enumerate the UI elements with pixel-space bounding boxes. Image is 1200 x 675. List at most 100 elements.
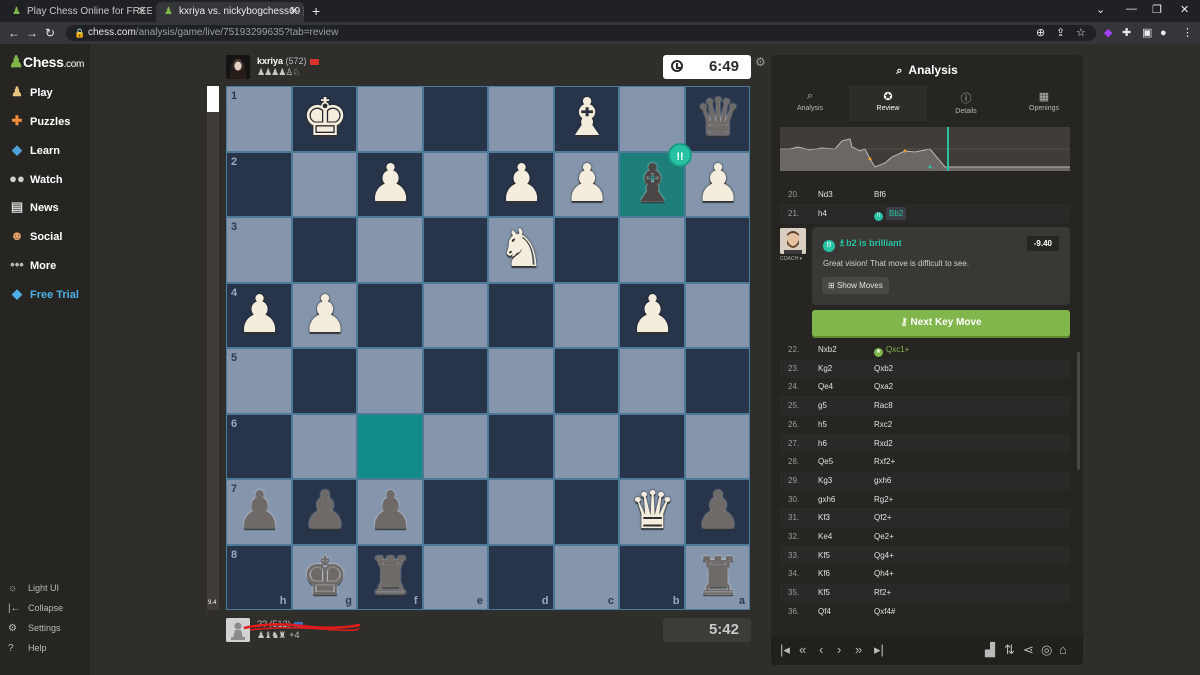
board-square[interactable] [422, 413, 488, 479]
browser-tab-analysis[interactable]: ♟ kxriya vs. nickybogchess69 | Ana ✕ [156, 2, 304, 22]
white-pawn-icon[interactable]: ♟ [686, 153, 751, 218]
board-square[interactable] [619, 86, 685, 152]
white-queen-icon[interactable]: ♛ [620, 480, 685, 545]
move[interactable]: Rxd2 [874, 434, 893, 453]
browser-tab-play[interactable]: ♟ Play Chess Online for FREE with F ✕ [4, 2, 152, 22]
board-square[interactable]: ♞ [488, 217, 554, 283]
board-square[interactable] [357, 413, 423, 479]
board-square[interactable] [684, 217, 750, 283]
board-square[interactable]: b [619, 544, 685, 610]
move[interactable]: Qxf4# [874, 602, 895, 621]
address-bar[interactable]: 🔒 chess.com/analysis/game/live/751932996… [66, 25, 1096, 41]
white-pawn-icon[interactable]: ♟ [358, 153, 423, 218]
minimize-icon[interactable]: — [1126, 3, 1137, 15]
sidebar-collapse[interactable]: |← Collapse [8, 600, 63, 616]
maximize-icon[interactable]: ❐ [1152, 3, 1162, 16]
white-king-icon[interactable]: ♚ [293, 87, 358, 152]
sidebar-item-puzzles[interactable]: ✚ Puzzles [8, 111, 88, 131]
tab-search-icon[interactable]: ⌄ [1096, 3, 1105, 16]
board-square[interactable]: d [488, 544, 554, 610]
evaluation-graph[interactable] [780, 127, 1070, 171]
board-square[interactable] [291, 413, 357, 479]
board-square[interactable]: 3 [226, 217, 292, 283]
board-square[interactable]: ♟ [291, 479, 357, 545]
sidebar-item-watch[interactable]: ●● Watch [8, 169, 88, 189]
coach-avatar[interactable] [780, 228, 806, 254]
move[interactable]: Qf4 [818, 602, 831, 621]
board-square[interactable] [422, 282, 488, 348]
white-pawn-icon[interactable]: ♟ [293, 284, 358, 349]
board-square[interactable] [684, 413, 750, 479]
move[interactable]: Ke4 [818, 527, 832, 546]
tab-openings[interactable]: ▦ Openings [1005, 85, 1083, 121]
move-brilliant[interactable]: !! Bb2 [874, 204, 907, 223]
board-square[interactable]: 4 ♟ [226, 282, 292, 348]
next-key-move-button[interactable]: ⚷ Next Key Move [812, 310, 1070, 336]
browser-menu-icon[interactable]: ⋮ [1182, 25, 1193, 41]
board-square[interactable]: ♟ [357, 479, 423, 545]
black-pawn-icon[interactable]: ♟ [358, 480, 423, 545]
first-move-icon[interactable]: |◂ [780, 641, 790, 659]
black-king-icon[interactable]: ♚ [293, 546, 358, 611]
coach-label[interactable]: COACH ▾ [780, 256, 802, 262]
board-square[interactable]: 8h [226, 544, 292, 610]
black-queen-icon[interactable]: ♛ [686, 87, 751, 152]
board-square[interactable]: ♟ [619, 282, 685, 348]
sidebar-item-play[interactable]: ♟ Play [8, 82, 88, 102]
move[interactable]: Qxa2 [874, 377, 893, 396]
board-square[interactable] [619, 413, 685, 479]
board-square[interactable]: 2 [226, 151, 292, 217]
move-best[interactable]: ★ Qxc1+ [874, 340, 909, 359]
board-square[interactable]: ♟ [357, 151, 423, 218]
board-square[interactable] [422, 348, 488, 414]
move[interactable]: Qg4+ [874, 546, 894, 565]
move[interactable]: Kg3 [818, 471, 832, 490]
share-icon[interactable]: ⇪ [1056, 25, 1065, 41]
window-close-icon[interactable]: ✕ [1180, 3, 1189, 16]
sidebar-item-more[interactable]: ••• More [8, 255, 88, 275]
board-square[interactable]: ♟ [553, 151, 619, 217]
board-square[interactable]: 7 ♟ [226, 479, 292, 545]
back-icon[interactable]: ← [8, 24, 20, 42]
move[interactable]: Kf3 [818, 508, 830, 527]
sidebar-item-free-trial[interactable]: ◆ Free Trial [8, 284, 88, 304]
bookmark-star-icon[interactable]: ☆ [1076, 25, 1086, 41]
tab-close-icon[interactable]: ✕ [290, 2, 298, 22]
move[interactable]: Nd3 [818, 185, 833, 204]
fast-back-icon[interactable]: « [799, 641, 806, 659]
board-square[interactable] [488, 413, 554, 479]
board-square[interactable] [291, 151, 357, 217]
sidebar-item-learn[interactable]: ◆ Learn [8, 140, 88, 160]
board-settings-gear-icon[interactable]: ⚙ [755, 55, 766, 69]
board-square[interactable] [488, 348, 554, 414]
board-square[interactable] [291, 217, 357, 283]
bar-chart-icon[interactable]: ▟ [985, 641, 995, 659]
move[interactable]: Qe2+ [874, 527, 894, 546]
board-square[interactable] [684, 282, 750, 348]
prev-move-icon[interactable]: ‹ [819, 641, 823, 659]
chess-logo[interactable]: ♟Chess.com [9, 52, 84, 72]
board-square[interactable] [553, 413, 619, 479]
move[interactable]: gxh6 [874, 471, 891, 490]
black-rook-icon[interactable]: ♜ [358, 546, 423, 611]
zoom-icon[interactable]: ⊕ [1036, 25, 1045, 41]
board-square[interactable]: 6 [226, 413, 292, 479]
sidebar-help[interactable]: ? Help [8, 640, 47, 656]
black-pawn-icon[interactable]: ♟ [227, 480, 292, 545]
sidebar-light-ui[interactable]: ☼ Light UI [8, 580, 59, 596]
move[interactable]: h4 [818, 204, 827, 223]
move[interactable]: Rg2+ [874, 490, 893, 509]
move[interactable]: Kf5 [818, 546, 830, 565]
board-square[interactable] [488, 479, 554, 545]
black-rook-icon[interactable]: ♜ [686, 546, 751, 611]
board-square[interactable] [553, 217, 619, 283]
move[interactable]: Kg2 [818, 359, 832, 378]
move[interactable]: Qf2+ [874, 508, 892, 527]
sidebar-item-news[interactable]: ▤ News [8, 197, 88, 217]
board-square[interactable]: e [422, 544, 488, 610]
board-square[interactable]: ♛ [619, 479, 685, 545]
extensions-puzzle-icon[interactable]: ✚ [1122, 25, 1131, 41]
player-name[interactable]: kxriya (572) [257, 56, 319, 66]
reload-icon[interactable]: ↻ [45, 24, 55, 42]
move[interactable]: Kf5 [818, 583, 830, 602]
